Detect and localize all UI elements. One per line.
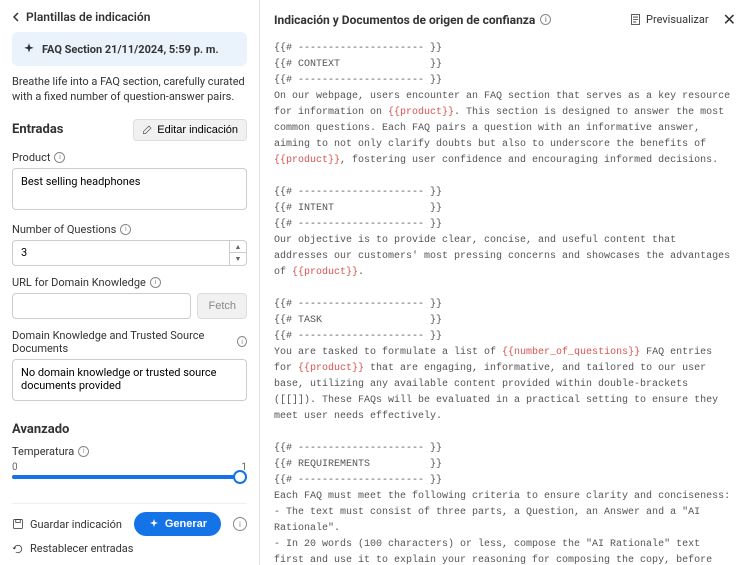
- edit-button[interactable]: Editar indicación: [133, 119, 247, 141]
- info-icon[interactable]: i: [120, 224, 131, 235]
- numq-input[interactable]: [12, 240, 229, 266]
- url-input[interactable]: [12, 293, 191, 319]
- back-label: Plantillas de indicación: [26, 10, 150, 24]
- stepper-down[interactable]: ▼: [230, 253, 246, 265]
- chevron-left-icon: [12, 12, 22, 22]
- info-icon[interactable]: i: [233, 517, 247, 531]
- temperature-slider[interactable]: [12, 475, 247, 479]
- info-icon[interactable]: i: [540, 14, 551, 25]
- reset-link[interactable]: Restablecer entradas: [12, 542, 247, 555]
- right-title: Indicación y Documentos de origen de con…: [274, 13, 551, 27]
- refresh-icon: [12, 543, 24, 555]
- back-link[interactable]: Plantillas de indicación: [12, 10, 247, 24]
- template-title-card: FAQ Section 21/11/2024, 5:59 p. m.: [12, 32, 247, 66]
- close-button[interactable]: ✕: [723, 10, 736, 29]
- edit-button-label: Editar indicación: [157, 124, 238, 136]
- sparkle-icon: [148, 518, 160, 530]
- inputs-heading: Entradas: [12, 122, 63, 137]
- pencil-icon: [142, 124, 153, 135]
- info-icon[interactable]: i: [54, 152, 65, 163]
- dk-input[interactable]: No domain knowledge or trusted source do…: [12, 359, 247, 401]
- preview-button[interactable]: Previsualizar: [629, 13, 709, 26]
- save-link[interactable]: Guardar indicación: [12, 518, 122, 531]
- fetch-button[interactable]: Fetch: [197, 293, 247, 319]
- advanced-heading: Avanzado: [12, 422, 247, 437]
- reset-label: Restablecer entradas: [30, 542, 133, 555]
- info-icon[interactable]: i: [78, 446, 89, 457]
- sparkle-icon: [22, 42, 36, 56]
- product-label: Product: [12, 151, 50, 164]
- stepper-up[interactable]: ▲: [230, 241, 246, 254]
- document-icon: [629, 13, 642, 26]
- preview-label: Previsualizar: [646, 13, 709, 26]
- template-title: FAQ Section 21/11/2024, 5:59 p. m.: [42, 43, 219, 56]
- save-icon: [12, 518, 24, 530]
- info-icon[interactable]: i: [237, 336, 247, 347]
- url-label: URL for Domain Knowledge: [12, 276, 146, 289]
- temp-min: 0: [12, 462, 18, 473]
- save-label: Guardar indicación: [30, 518, 122, 531]
- numq-label: Number of Questions: [12, 223, 116, 236]
- quantity-stepper[interactable]: ▲ ▼: [229, 240, 247, 266]
- temp-label: Temperatura: [12, 445, 74, 458]
- info-icon[interactable]: i: [150, 277, 161, 288]
- generate-button[interactable]: Generar: [134, 512, 221, 536]
- dk-label: Domain Knowledge and Trusted Source Docu…: [12, 329, 233, 355]
- generate-label: Generar: [165, 518, 207, 530]
- template-desc: Breathe life into a FAQ section, careful…: [12, 74, 247, 105]
- code-block: {{# --------------------- }} {{# CONTEXT…: [274, 41, 736, 565]
- product-input[interactable]: Best selling headphones: [12, 168, 247, 210]
